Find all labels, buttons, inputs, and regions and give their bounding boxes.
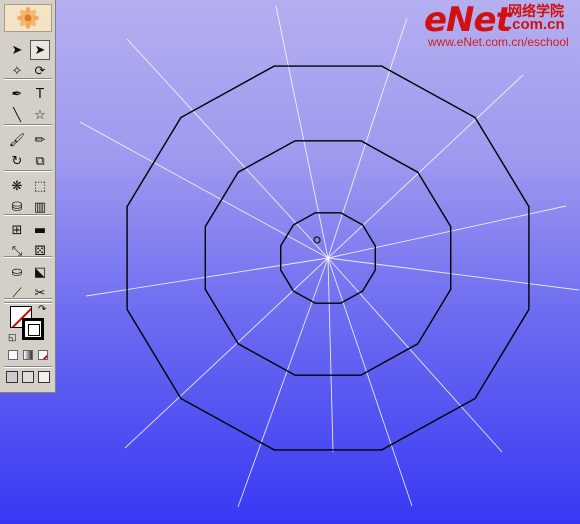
guide-ray[interactable] xyxy=(327,257,503,453)
full-screen-menu-icon[interactable] xyxy=(22,371,34,383)
pen-icon[interactable]: ✒ xyxy=(7,84,27,104)
mesh-icon[interactable]: ⊞ xyxy=(7,220,27,240)
slice-icon[interactable]: ⟋ xyxy=(7,283,27,303)
toolbox-divider xyxy=(4,78,52,80)
guide-ray[interactable] xyxy=(327,74,524,259)
pencil-icon[interactable]: ✏ xyxy=(30,130,50,150)
color-mode-row xyxy=(8,350,50,362)
gradient-icon[interactable]: ▬ xyxy=(30,220,50,240)
fill-stroke-swatch[interactable]: ↷ ◱ xyxy=(8,304,48,344)
guide-ray[interactable] xyxy=(126,38,329,259)
artboard-canvas[interactable] xyxy=(0,0,580,524)
watermark-domain: .com.cn xyxy=(508,16,565,33)
blend-icon[interactable]: ⚄ xyxy=(30,241,50,261)
type-icon[interactable]: T xyxy=(30,84,50,104)
guide-ray[interactable] xyxy=(327,257,413,507)
guide-ray[interactable] xyxy=(237,257,329,508)
scale-icon[interactable]: ⧉ xyxy=(30,151,50,171)
color-icon[interactable] xyxy=(8,350,18,360)
scissors-icon[interactable]: ✂ xyxy=(30,283,50,303)
default-fill-stroke-icon[interactable]: ◱ xyxy=(8,332,17,343)
full-screen-icon[interactable] xyxy=(38,371,50,383)
guide-ray[interactable] xyxy=(124,257,329,449)
standard-screen-icon[interactable] xyxy=(6,371,18,383)
screen-mode-row xyxy=(6,371,52,385)
swap-fill-stroke-icon[interactable]: ↷ xyxy=(38,304,46,315)
rotate-icon[interactable]: ↻ xyxy=(7,151,27,171)
paintbrush-icon[interactable]: 🖌 xyxy=(7,130,27,150)
warp-icon[interactable]: ❋ xyxy=(7,176,27,196)
live-paint-selection-icon[interactable]: ⬕ xyxy=(30,262,50,282)
guide-rays xyxy=(79,5,580,508)
artwork[interactable] xyxy=(0,0,580,524)
gradient-icon[interactable] xyxy=(23,350,33,360)
none-icon[interactable] xyxy=(38,350,48,360)
app-logo xyxy=(4,4,52,32)
guide-ray[interactable] xyxy=(327,257,334,453)
eyedropper-icon[interactable]: ⤡ xyxy=(7,241,27,261)
stroke-swatch[interactable] xyxy=(22,318,44,340)
guide-ray[interactable] xyxy=(327,205,567,259)
watermark-brand: eNet xyxy=(424,0,512,40)
tools-panel: ➤ ➤ ✧ ⟳ ✒ T ╲ ☆ 🖌 ✏ ↻ ⧉ ❋ ⬚ ⛁ ▥ ⊞ ▬ ⤡ ⚄ ⛀ ⬕ ⟋ ✂ ↷ ◱ xyxy=(0,0,56,393)
live-paint-bucket-icon[interactable]: ⛀ xyxy=(7,262,27,282)
toolbox-divider xyxy=(4,366,52,368)
toolbox-divider xyxy=(4,214,52,216)
toolbox-divider xyxy=(4,298,52,300)
selection-arrow-icon[interactable]: ➤ xyxy=(7,40,27,60)
center-point[interactable] xyxy=(313,236,321,244)
flower-logo-icon xyxy=(5,5,51,31)
direct-selection-icon[interactable]: ➤ xyxy=(30,40,50,60)
free-transform-icon[interactable]: ⬚ xyxy=(30,176,50,196)
watermark-url: www.eNet.com.cn/eschool xyxy=(428,35,569,49)
star-icon[interactable]: ☆ xyxy=(30,105,50,125)
toolbox-divider xyxy=(4,124,52,126)
toolbox-divider xyxy=(4,170,52,172)
guide-ray[interactable] xyxy=(85,257,329,297)
line-segment-icon[interactable]: ╲ xyxy=(7,105,27,125)
guide-ray[interactable] xyxy=(327,17,408,259)
toolbox-divider xyxy=(4,256,52,258)
